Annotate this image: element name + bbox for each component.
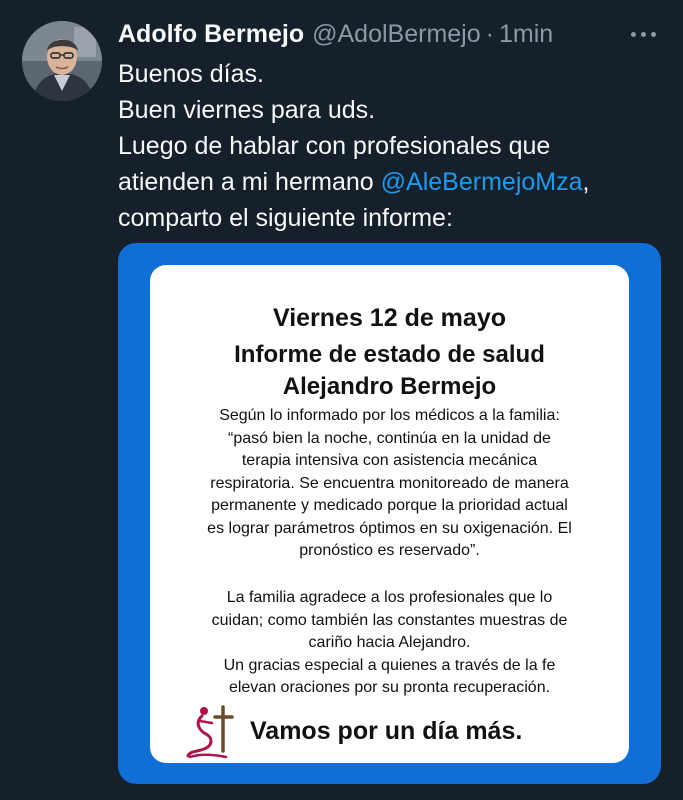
report-line: terapia intensiva con asistencia mecánic… [241, 452, 538, 469]
author-name[interactable]: Adolfo Bermejo [118, 17, 304, 51]
mention-link[interactable]: @AleBermejoMza [381, 168, 583, 196]
report-title-line: Informe de estado de salud [234, 341, 545, 368]
signoff-text: Vamos por un día más. [250, 716, 523, 745]
tweet-text-line: comparto el siguiente informe: [118, 204, 453, 232]
avatar-photo [22, 21, 102, 101]
more-dot [640, 31, 646, 37]
report-paragraph-medical: Según lo informado por los médicos a la … [150, 405, 629, 563]
header-separator: · [485, 20, 494, 48]
author-handle[interactable]: @AdolBermejo [312, 17, 481, 51]
report-line: es lograr parámetros óptimos en su oxige… [207, 519, 572, 537]
report-paragraph-family: La familia agradece a los profesionales … [150, 587, 629, 700]
tweet-text-line: Luego de hablar con profesionales que [118, 132, 551, 160]
report-line: Un gracias especial a quienes a través d… [223, 656, 556, 674]
report-line: Según lo informado por los médicos a la … [219, 407, 560, 424]
health-report-card: Viernes 12 de mayo Informe de estado de … [150, 265, 629, 763]
report-line: cuidan; como también las constantes mues… [211, 611, 568, 629]
tweet-timestamp[interactable]: 1min [499, 17, 553, 51]
report-line: “pasó bien la noche, continúa en la unid… [228, 429, 551, 447]
report-line: La familia agradece a los profesionales … [226, 589, 553, 606]
report-date: Viernes 12 de mayo [272, 304, 506, 332]
tweet-text-line: atienden a mi hermano @AleBermejoMza, [118, 164, 668, 200]
report-line: permanente y medicado porque la priorida… [211, 497, 568, 514]
tweet-text-line: Buen viernes para uds. [118, 96, 376, 124]
report-line: pronóstico es reservado”. [299, 542, 480, 559]
praying-figure-cross-icon [186, 705, 234, 759]
report-title-line: Alejandro Bermejo [282, 373, 497, 400]
tweet-text: Buenos días. Buen viernes para uds. Lueg… [118, 56, 668, 236]
report-signoff: Vamos por un día más. [182, 705, 523, 759]
report-line: cariño hacia Alejandro. [308, 634, 471, 651]
more-dot [630, 31, 636, 37]
tweet-header: Adolfo Bermejo @AdolBermejo · 1min [118, 17, 553, 51]
tweet-image[interactable]: Viernes 12 de mayo Informe de estado de … [118, 243, 661, 784]
avatar[interactable] [22, 21, 102, 101]
tweet[interactable]: Adolfo Bermejo @AdolBermejo · 1min Bueno… [0, 0, 683, 800]
tweet-text-line: Buenos días. [118, 60, 264, 88]
more-options-icon[interactable] [623, 22, 663, 46]
report-line: respiratoria. Se encuentra monitoreado d… [210, 474, 569, 492]
report-line: elevan oraciones por su pronta recuperac… [228, 679, 551, 696]
tweet-text-segment: atienden a mi hermano [118, 168, 381, 196]
report-title: Informe de estado de salud Alejandro Ber… [150, 339, 629, 403]
more-dot [650, 31, 656, 37]
tweet-text-segment: , [582, 168, 590, 196]
